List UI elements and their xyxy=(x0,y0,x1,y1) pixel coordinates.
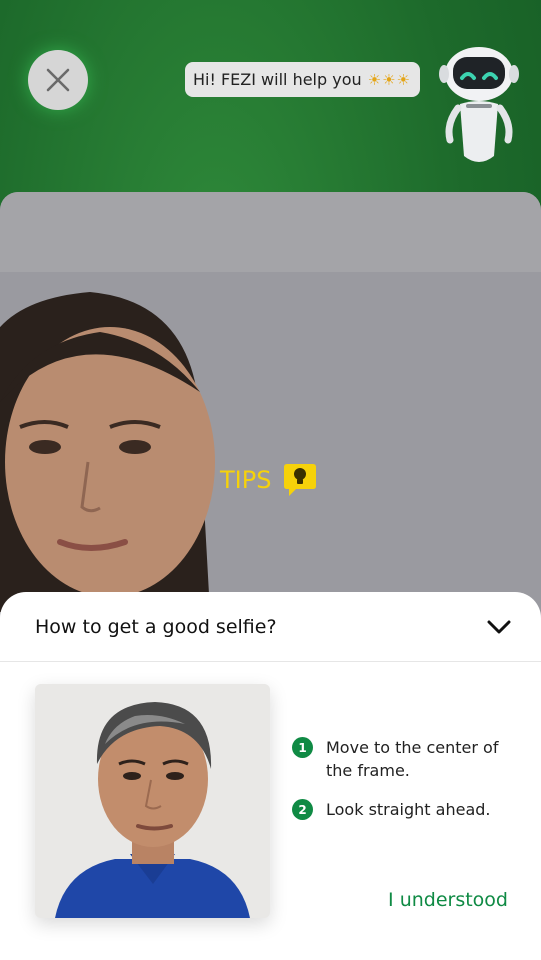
step-item: 1 Move to the center of the frame. xyxy=(292,736,522,782)
step-number-badge: 1 xyxy=(292,737,313,758)
step-text: Look straight ahead. xyxy=(326,800,491,819)
close-icon xyxy=(46,68,70,92)
close-button[interactable] xyxy=(28,50,88,110)
camera-preview xyxy=(0,192,541,622)
tips-indicator[interactable]: TIPS xyxy=(220,462,317,498)
bubble-text: Hi! FEZI will help you xyxy=(193,70,362,89)
i-understood-button[interactable]: I understood xyxy=(388,889,508,911)
sheet-header[interactable]: How to get a good selfie? xyxy=(0,592,541,662)
step-number-badge: 2 xyxy=(292,799,313,820)
camera-top-band xyxy=(0,192,541,272)
sheet-title: How to get a good selfie? xyxy=(35,615,277,638)
selfie-screen: Hi! FEZI will help you ☀☀☀ TIPS How to g… xyxy=(0,0,541,960)
tips-label: TIPS xyxy=(220,466,272,494)
robot-mascot xyxy=(439,47,519,162)
speech-bubble: Hi! FEZI will help you ☀☀☀ xyxy=(185,62,420,97)
example-selfie-illustration xyxy=(35,684,270,918)
step-text: Move to the center of the frame. xyxy=(326,738,499,780)
example-selfie-image xyxy=(35,684,270,918)
face-preview-image xyxy=(0,292,215,612)
sun-emoji-icons: ☀☀☀ xyxy=(367,70,411,89)
chevron-down-icon[interactable] xyxy=(485,613,513,641)
tips-steps-list: 1 Move to the center of the frame. 2 Loo… xyxy=(292,736,522,837)
step-item: 2 Look straight ahead. xyxy=(292,798,522,821)
lightbulb-speech-icon xyxy=(284,464,317,496)
tips-bottom-sheet: How to get a good selfie? 1 Move to the … xyxy=(0,592,541,960)
